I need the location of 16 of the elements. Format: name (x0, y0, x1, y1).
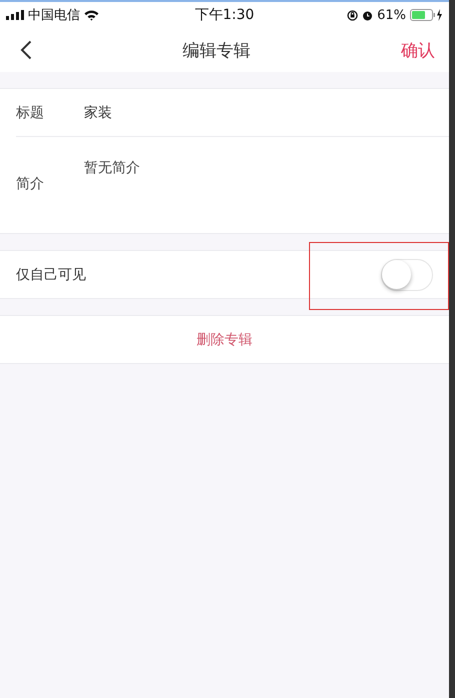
page-title: 编辑专辑 (182, 40, 250, 62)
delete-album-button[interactable]: 删除专辑 (0, 316, 449, 363)
wifi-icon (84, 10, 99, 20)
battery-charging-icon (410, 9, 443, 21)
toggle-switch[interactable] (381, 258, 433, 290)
alarm-clock-icon (362, 10, 374, 20)
back-chevron-icon[interactable] (20, 40, 32, 60)
field-label: 标题 (16, 104, 45, 122)
toggle-label: 仅自己可见 (16, 266, 86, 284)
field-label: 简介 (16, 175, 45, 194)
status-time: 下午1:30 (194, 6, 254, 24)
confirm-button[interactable]: 确认 (401, 38, 435, 62)
battery-percent: 61% (377, 8, 406, 22)
signal-icon (6, 10, 24, 20)
rotation-lock-icon (347, 10, 358, 20)
carrier-name: 中国电信 (28, 7, 80, 24)
